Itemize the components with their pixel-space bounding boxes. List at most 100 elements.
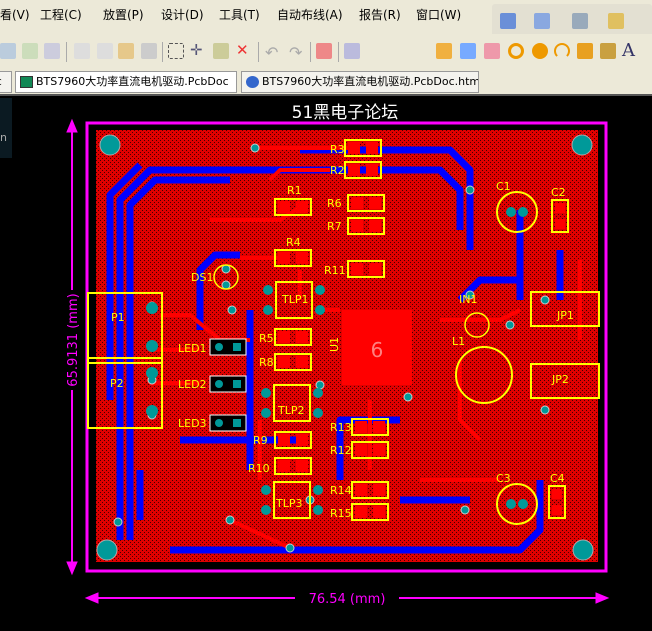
undo-icon[interactable]: ↶ <box>265 43 281 62</box>
route-track-icon[interactable] <box>436 43 452 59</box>
arc-icon[interactable] <box>554 43 570 59</box>
menu-autoroute[interactable]: 自动布线(A) <box>277 6 343 23</box>
component-label: R10 <box>248 462 270 475</box>
paste-icon[interactable] <box>118 43 134 59</box>
via <box>221 280 231 290</box>
document-tabs: oc BTS7960大功率直流电机驱动.PcbDoc BTS7960大功率直流电… <box>0 68 652 96</box>
browse-icon[interactable] <box>344 43 360 59</box>
pad <box>366 164 378 176</box>
route-multi-icon[interactable] <box>484 43 500 59</box>
menu-place[interactable]: 放置(P) <box>103 6 144 23</box>
pad <box>278 201 290 213</box>
component-label: C4 <box>550 472 565 485</box>
pad <box>351 220 363 232</box>
pad <box>278 356 290 368</box>
pad <box>263 305 273 315</box>
component-label: C1 <box>496 180 511 193</box>
via <box>285 543 295 553</box>
pad <box>215 419 223 427</box>
via-icon[interactable] <box>532 43 548 59</box>
via <box>465 185 475 195</box>
component-label: P1 <box>111 311 125 324</box>
pad <box>215 380 223 388</box>
mounting-hole <box>572 539 594 561</box>
pad <box>278 331 290 343</box>
component-label: R15 <box>330 507 352 520</box>
menu-tools[interactable]: 工具(T) <box>219 6 260 23</box>
find-icon[interactable] <box>572 13 588 29</box>
component-r12: R12 <box>330 441 389 459</box>
menu-reports[interactable]: 报告(R) <box>359 6 401 23</box>
copy-icon[interactable] <box>97 43 113 59</box>
zoom-area-icon[interactable] <box>0 43 16 59</box>
height-dimension: 65.9131 (mm) <box>66 293 81 386</box>
pad <box>518 207 528 217</box>
pad <box>552 489 562 499</box>
pad <box>296 201 308 213</box>
redo-icon[interactable]: ↷ <box>289 43 305 62</box>
pad-icon[interactable] <box>508 43 524 59</box>
pcb-canvas[interactable]: 51黑电子论坛 76.54 (mm) 65.9131 (mm) 6 R3 R2 R1… <box>0 98 652 631</box>
mounting-hole <box>99 134 121 156</box>
component-label: R5 <box>259 332 274 345</box>
pad <box>261 388 271 398</box>
component-r6: R6 <box>327 194 385 212</box>
component-label: R2 <box>330 164 345 177</box>
component-label: C3 <box>496 472 511 485</box>
pad <box>313 388 323 398</box>
width-dimension: 76.54 (mm) <box>309 592 386 607</box>
polygon-icon[interactable] <box>600 43 616 59</box>
align-icon[interactable] <box>534 13 550 29</box>
pad <box>313 505 323 515</box>
pad <box>373 484 385 496</box>
deselect-icon[interactable] <box>213 43 229 59</box>
component-led3: LED3 <box>178 414 247 432</box>
paste-special-icon[interactable] <box>141 43 157 59</box>
pad <box>348 142 360 154</box>
measure-icon[interactable] <box>500 13 516 29</box>
highlight-icon[interactable] <box>316 43 332 59</box>
pad <box>261 485 271 495</box>
route-diff-icon[interactable] <box>460 43 476 59</box>
move-icon[interactable]: ✛ <box>190 43 206 59</box>
tab-htm[interactable]: BTS7960大功率直流电机驱动.PcbDoc.htm <box>241 71 479 93</box>
tab-pcbdoc[interactable]: BTS7960大功率直流电机驱动.PcbDoc <box>15 71 237 93</box>
component-r5: R5 <box>259 328 312 346</box>
pad <box>233 419 241 427</box>
clear-filter-icon[interactable]: ✕ <box>236 43 252 59</box>
component-r3: R3 <box>330 139 382 157</box>
tab-previous[interactable]: oc <box>0 71 12 93</box>
filter-icon[interactable] <box>44 43 60 59</box>
string-icon[interactable]: A <box>622 42 638 60</box>
component-label: R11 <box>324 264 346 277</box>
pad <box>261 505 271 515</box>
pad <box>233 343 241 351</box>
pad <box>355 444 367 456</box>
component-label: R7 <box>327 220 342 233</box>
pad <box>555 203 565 213</box>
menu-project[interactable]: 工程(C) <box>40 6 82 23</box>
pad <box>315 285 325 295</box>
menu-view[interactable]: 看(V) <box>0 6 30 23</box>
component-label: LED1 <box>178 342 207 355</box>
zoom-selected-icon[interactable] <box>22 43 38 59</box>
pad <box>373 506 385 518</box>
fill-icon[interactable] <box>577 43 593 59</box>
u1-pad-label: 6 <box>371 338 384 362</box>
menu-window[interactable]: 窗口(W) <box>416 6 461 23</box>
via <box>540 295 550 305</box>
select-icon[interactable] <box>168 43 184 59</box>
cut-icon[interactable] <box>74 43 90 59</box>
menu-design[interactable]: 设计(D) <box>161 6 204 23</box>
via <box>505 320 515 330</box>
grid-icon[interactable] <box>608 13 624 29</box>
html-file-icon <box>246 76 259 88</box>
component-label: LED3 <box>178 417 207 430</box>
pad <box>555 219 565 229</box>
pad <box>552 505 562 515</box>
component-label: JP2 <box>551 373 569 386</box>
pad <box>348 164 360 176</box>
via <box>113 517 123 527</box>
pad <box>351 263 363 275</box>
mounting-hole <box>571 134 593 156</box>
